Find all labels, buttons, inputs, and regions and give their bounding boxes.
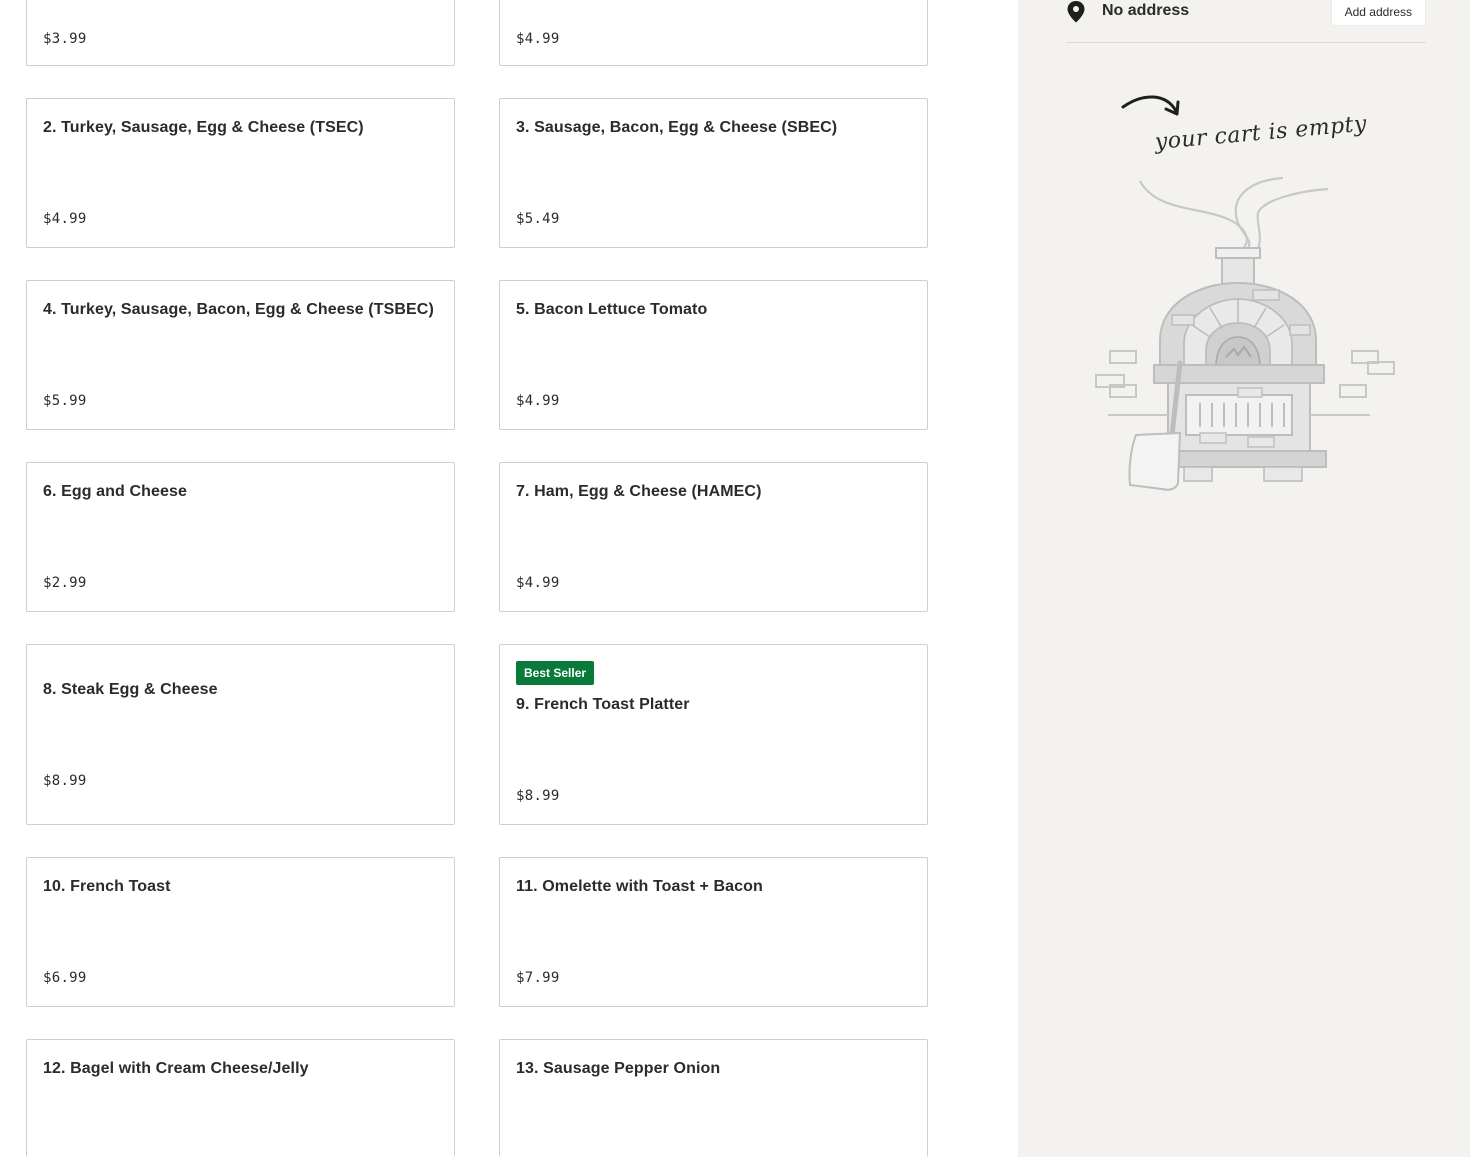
- menu-item-name: 11. Omelette with Toast + Bacon: [516, 878, 763, 895]
- menu-list: $3.99 $4.99 2. Turkey, Sausage, Egg & Ch…: [0, 0, 1018, 1157]
- menu-item-card[interactable]: $4.99: [499, 0, 928, 66]
- menu-item-name: 13. Sausage Pepper Onion: [516, 1060, 721, 1077]
- address-row: No address Add address: [1066, 0, 1426, 43]
- menu-item-name: 3. Sausage, Bacon, Egg & Cheese (SBEC): [516, 119, 838, 136]
- best-seller-badge: Best Seller: [516, 661, 595, 685]
- pizza-oven-illustration: [1095, 95, 1395, 491]
- menu-item-card[interactable]: $3.99: [26, 0, 455, 66]
- menu-item-name: 9. French Toast Platter: [516, 696, 690, 713]
- menu-item-price: $5.99: [43, 393, 87, 409]
- menu-item-name: 2. Turkey, Sausage, Egg & Cheese (TSEC): [43, 119, 364, 136]
- menu-item-card[interactable]: 5. Bacon Lettuce Tomato $4.99: [499, 280, 928, 430]
- menu-item-price: $4.99: [43, 211, 87, 227]
- menu-item-price: $8.99: [516, 788, 560, 804]
- menu-item-card[interactable]: Best Seller 9. French Toast Platter $8.9…: [499, 644, 928, 825]
- menu-item-card[interactable]: 4. Turkey, Sausage, Bacon, Egg & Cheese …: [26, 280, 455, 430]
- menu-item-price: $2.99: [43, 575, 87, 591]
- menu-item-card[interactable]: 3. Sausage, Bacon, Egg & Cheese (SBEC) $…: [499, 98, 928, 248]
- menu-item-name: 8. Steak Egg & Cheese: [43, 681, 218, 698]
- menu-item-price: $4.99: [516, 393, 560, 409]
- menu-item-price: $8.99: [43, 773, 87, 789]
- menu-item-card[interactable]: 6. Egg and Cheese $2.99: [26, 462, 455, 612]
- menu-item-card[interactable]: 12. Bagel with Cream Cheese/Jelly: [26, 1039, 455, 1157]
- menu-item-name: 10. French Toast: [43, 878, 171, 895]
- cart-sidebar: No address Add address your cart is empt…: [1018, 0, 1470, 1157]
- menu-item-card[interactable]: 2. Turkey, Sausage, Egg & Cheese (TSEC) …: [26, 98, 455, 248]
- menu-item-price: $7.99: [516, 970, 560, 986]
- menu-item-price: $6.99: [43, 970, 87, 986]
- map-pin-icon: [1067, 1, 1085, 23]
- menu-item-card[interactable]: 11. Omelette with Toast + Bacon $7.99: [499, 857, 928, 1007]
- menu-item-card[interactable]: 13. Sausage Pepper Onion: [499, 1039, 928, 1157]
- menu-item-price: $4.99: [516, 575, 560, 591]
- menu-item-price: $3.99: [43, 31, 87, 47]
- add-address-button[interactable]: Add address: [1330, 0, 1426, 26]
- menu-item-card[interactable]: 8. Steak Egg & Cheese $8.99: [26, 644, 455, 825]
- menu-item-name: 4. Turkey, Sausage, Bacon, Egg & Cheese …: [43, 301, 434, 318]
- menu-item-card[interactable]: 7. Ham, Egg & Cheese (HAMEC) $4.99: [499, 462, 928, 612]
- menu-item-price: $5.49: [516, 211, 560, 227]
- menu-item-name: 6. Egg and Cheese: [43, 483, 187, 500]
- menu-item-name: 7. Ham, Egg & Cheese (HAMEC): [516, 483, 762, 500]
- menu-item-price: $4.99: [516, 31, 560, 47]
- menu-item-card[interactable]: 10. French Toast $6.99: [26, 857, 455, 1007]
- address-text: No address: [1102, 2, 1190, 19]
- menu-item-name: 12. Bagel with Cream Cheese/Jelly: [43, 1060, 309, 1077]
- menu-item-name: 5. Bacon Lettuce Tomato: [516, 301, 708, 318]
